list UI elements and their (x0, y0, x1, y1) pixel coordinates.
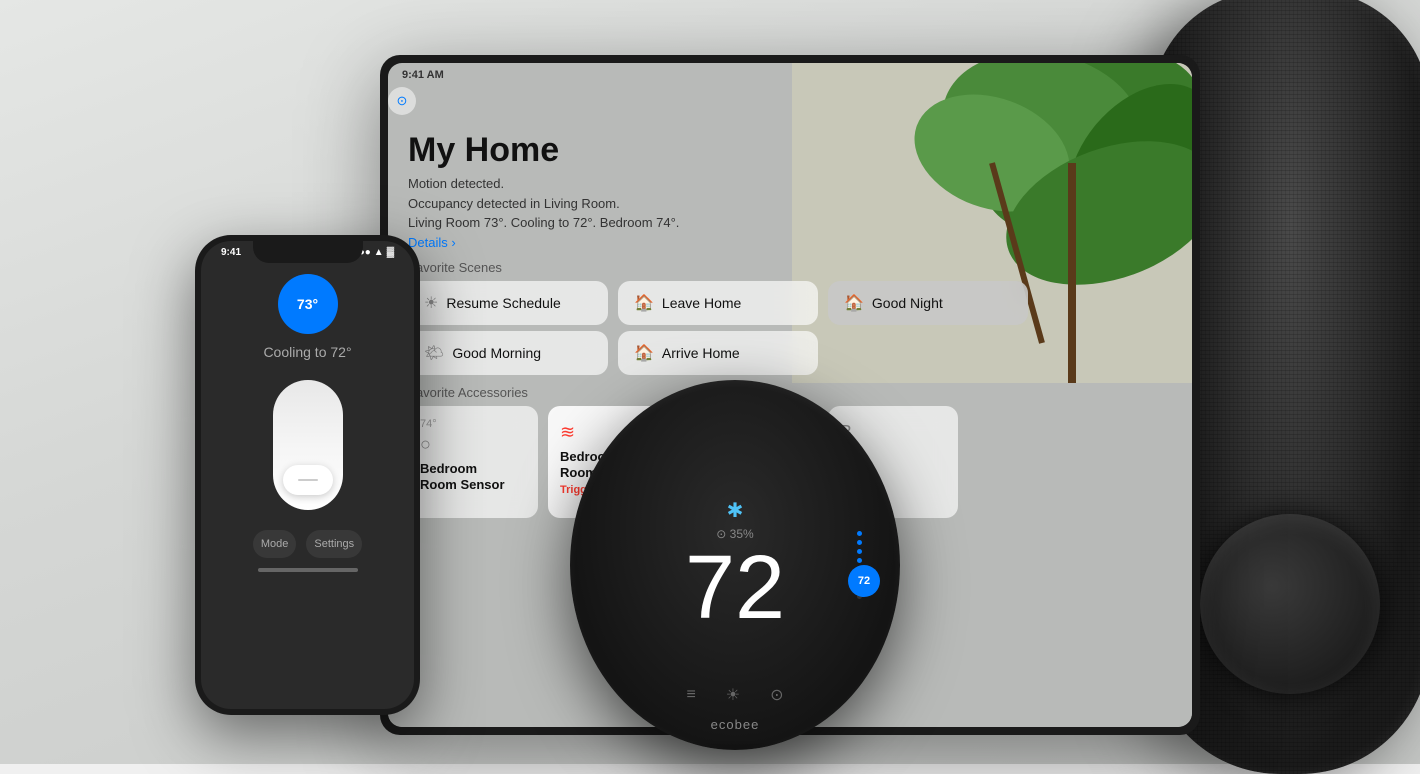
mode-button[interactable]: Mode (253, 530, 297, 558)
iphone-home-indicator (258, 568, 358, 572)
ecobee-temp-badge: 72 (848, 565, 880, 597)
scene-card-leave-home[interactable]: 🏠 Leave Home (618, 281, 818, 325)
iphone-cooling-label: Cooling to 72° (263, 344, 351, 360)
leave-home-icon: 🏠 (634, 293, 654, 313)
ipad-time: 9:41 AM (402, 69, 444, 81)
iphone-content: 73° Cooling to 72° Mode Settings (201, 258, 414, 572)
thermostat-handle-line (298, 479, 318, 481)
good-morning-icon: 🌤 (424, 343, 444, 363)
iphone-battery-icon: ▓ (387, 247, 394, 258)
ecobee-settings-icon[interactable]: ⊙ (770, 685, 783, 705)
ecobee-shadow (603, 740, 867, 750)
subtitle-line2: Occupancy detected in Living Room. (408, 196, 620, 211)
ecobee-brand-label: ecobee (711, 717, 760, 732)
location-button[interactable]: ⊙ (388, 87, 416, 115)
iphone-screen: 9:41 ●●●● ▲ ▓ 73° Cooling to 72° (201, 241, 414, 709)
homepod-ring (1200, 514, 1380, 694)
accessory-bedroom-sensor1[interactable]: 74° ○ BedroomRoom Sensor (408, 406, 538, 519)
resume-schedule-icon: ☀ (424, 293, 438, 313)
accessory-temp-1: 74° (420, 418, 526, 430)
ecobee-menu-icon[interactable]: ≡ (686, 686, 695, 704)
plant-image (792, 63, 1192, 383)
subtitle-line3: Living Room 73°. Cooling to 72°. Bedroom… (408, 215, 679, 230)
accessory-name-1: BedroomRoom Sensor (420, 461, 526, 495)
ecobee-sun-icon[interactable]: ☀ (726, 685, 740, 705)
scene-card-resume-schedule[interactable]: ☀ Resume Schedule (408, 281, 608, 325)
ecobee-temperature: 72 (685, 543, 785, 633)
ecobee-snowflake-icon: ✱ (727, 498, 744, 523)
iphone-notch (253, 241, 363, 263)
good-morning-label: Good Morning (452, 345, 541, 361)
ecobee-dot-2 (857, 540, 862, 545)
good-night-label: Good Night (872, 295, 943, 311)
thermostat-handle[interactable] (283, 465, 333, 495)
iphone-wifi-icon: ▲ (374, 247, 384, 258)
thermostat-slider[interactable] (273, 380, 343, 510)
iphone-device: 9:41 ●●●● ▲ ▓ 73° Cooling to 72° (195, 235, 420, 715)
scene-card-arrive-home[interactable]: 🏠 Arrive Home (618, 331, 818, 375)
accessory-icon-1: ○ (420, 434, 526, 455)
arrive-home-label: Arrive Home (662, 345, 740, 361)
iphone-bottom-buttons: Mode Settings (233, 530, 382, 558)
ecobee-dot-3 (857, 549, 862, 554)
settings-button[interactable]: Settings (306, 530, 362, 558)
scene-card-good-night[interactable]: 🏠 Good Night (828, 281, 1028, 325)
arrive-home-icon: 🏠 (634, 343, 654, 363)
scene-container: 9:41 AM ●●●● ▲ 100% ▓ ⊙ Edit + My Home (0, 0, 1420, 764)
resume-schedule-label: Resume Schedule (446, 295, 560, 311)
subtitle-line1: Motion detected. (408, 176, 504, 191)
ecobee-thermostat[interactable]: ✱ ⊙ 35% 72 72 ≡ ☀ ⊙ ecobee (570, 380, 900, 750)
iphone-temp-circle: 73° (278, 274, 338, 334)
good-night-icon: 🏠 (844, 293, 864, 313)
ecobee-bottom-icons: ≡ ☀ ⊙ (686, 685, 783, 705)
scene-card-good-morning[interactable]: 🌤 Good Morning (408, 331, 608, 375)
iphone-time: 9:41 (221, 247, 241, 258)
leave-home-label: Leave Home (662, 295, 741, 311)
ecobee-dot-1 (857, 531, 862, 536)
ecobee-dot-4 (857, 558, 862, 563)
